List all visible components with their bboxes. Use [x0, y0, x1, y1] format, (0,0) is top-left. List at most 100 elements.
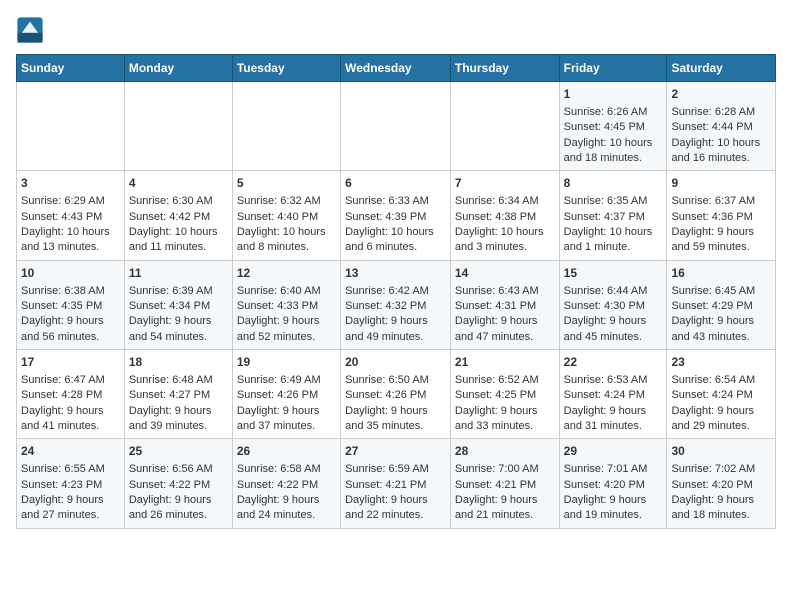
day-info: Daylight: 9 hours and 31 minutes. — [564, 404, 663, 435]
day-info: Sunrise: 6:44 AM — [564, 284, 663, 299]
day-number: 25 — [129, 443, 228, 460]
day-info: Daylight: 9 hours and 54 minutes. — [129, 314, 228, 345]
day-info: Sunrise: 6:32 AM — [237, 194, 336, 209]
day-info: Sunrise: 6:52 AM — [455, 373, 555, 388]
calendar-cell: 16Sunrise: 6:45 AMSunset: 4:29 PMDayligh… — [667, 260, 776, 349]
day-info: Daylight: 9 hours and 22 minutes. — [345, 493, 446, 524]
calendar-cell: 1Sunrise: 6:26 AMSunset: 4:45 PMDaylight… — [559, 82, 667, 171]
day-info: Sunset: 4:42 PM — [129, 210, 228, 225]
logo-icon — [16, 16, 44, 44]
day-info: Sunset: 4:35 PM — [21, 299, 120, 314]
day-header-monday: Monday — [124, 55, 232, 82]
day-info: Sunrise: 6:56 AM — [129, 462, 228, 477]
day-info: Daylight: 10 hours and 3 minutes. — [455, 225, 555, 256]
logo — [16, 16, 48, 44]
day-info: Sunset: 4:44 PM — [671, 120, 771, 135]
day-number: 8 — [564, 175, 663, 192]
calendar-cell — [232, 82, 340, 171]
calendar-week-1: 1Sunrise: 6:26 AMSunset: 4:45 PMDaylight… — [17, 82, 776, 171]
day-info: Sunset: 4:24 PM — [564, 388, 663, 403]
day-header-thursday: Thursday — [450, 55, 559, 82]
calendar-week-5: 24Sunrise: 6:55 AMSunset: 4:23 PMDayligh… — [17, 439, 776, 528]
day-info: Sunrise: 6:33 AM — [345, 194, 446, 209]
day-number: 2 — [671, 86, 771, 103]
calendar-cell: 2Sunrise: 6:28 AMSunset: 4:44 PMDaylight… — [667, 82, 776, 171]
calendar-cell: 3Sunrise: 6:29 AMSunset: 4:43 PMDaylight… — [17, 171, 125, 260]
calendar-cell: 18Sunrise: 6:48 AMSunset: 4:27 PMDayligh… — [124, 350, 232, 439]
day-number: 30 — [671, 443, 771, 460]
day-info: Daylight: 9 hours and 45 minutes. — [564, 314, 663, 345]
day-info: Sunrise: 6:34 AM — [455, 194, 555, 209]
day-info: Sunrise: 6:26 AM — [564, 105, 663, 120]
calendar-cell: 9Sunrise: 6:37 AMSunset: 4:36 PMDaylight… — [667, 171, 776, 260]
calendar-week-4: 17 Sunrise: 6:47 AMSunset: 4:28 PM Dayligh… — [17, 350, 776, 439]
day-info: Sunrise: 6:48 AM — [129, 373, 228, 388]
calendar-cell: 23Sunrise: 6:54 AMSunset: 4:24 PMDayligh… — [667, 350, 776, 439]
day-info: Sunrise: 7:01 AM — [564, 462, 663, 477]
day-info: Sunset: 4:21 PM — [455, 478, 555, 493]
day-header-wednesday: Wednesday — [341, 55, 451, 82]
calendar-cell: 27Sunrise: 6:59 AMSunset: 4:21 PMDayligh… — [341, 439, 451, 528]
day-info: Sunrise: 6:55 AM — [21, 462, 120, 477]
day-number: 18 — [129, 354, 228, 371]
calendar-cell: 30Sunrise: 7:02 AMSunset: 4:20 PMDayligh… — [667, 439, 776, 528]
day-info: Sunrise: 6:47 AM — [21, 373, 120, 388]
day-info: Sunset: 4:23 PM — [21, 478, 120, 493]
day-info: Daylight: 10 hours and 8 minutes. — [237, 225, 336, 256]
calendar-cell: 4Sunrise: 6:30 AMSunset: 4:42 PMDaylight… — [124, 171, 232, 260]
day-info: Daylight: 9 hours and 52 minutes. — [237, 314, 336, 345]
day-number: 28 — [455, 443, 555, 460]
day-number: 17 — [21, 354, 120, 371]
day-info: Daylight: 9 hours and 59 minutes. — [671, 225, 771, 256]
day-info: Daylight: 9 hours and 21 minutes. — [455, 493, 555, 524]
day-info: Daylight: 9 hours and 33 minutes. — [455, 404, 555, 435]
day-info: Sunset: 4:45 PM — [564, 120, 663, 135]
day-info: Sunset: 4:40 PM — [237, 210, 336, 225]
day-info: Sunset: 4:26 PM — [345, 388, 446, 403]
day-info: Sunrise: 6:40 AM — [237, 284, 336, 299]
day-number: 23 — [671, 354, 771, 371]
day-info: Sunset: 4:26 PM — [237, 388, 336, 403]
day-info: Sunrise: 6:37 AM — [671, 194, 771, 209]
day-info: Sunset: 4:34 PM — [129, 299, 228, 314]
calendar-cell: 28Sunrise: 7:00 AMSunset: 4:21 PMDayligh… — [450, 439, 559, 528]
day-info: Sunset: 4:39 PM — [345, 210, 446, 225]
day-info: Daylight: 9 hours and 56 minutes. — [21, 314, 120, 345]
calendar-cell: 12Sunrise: 6:40 AMSunset: 4:33 PMDayligh… — [232, 260, 340, 349]
day-info: Daylight: 9 hours and 26 minutes. — [129, 493, 228, 524]
day-info: Sunset: 4:43 PM — [21, 210, 120, 225]
calendar-cell: 7Sunrise: 6:34 AMSunset: 4:38 PMDaylight… — [450, 171, 559, 260]
day-info: Sunset: 4:37 PM — [564, 210, 663, 225]
calendar-week-3: 10Sunrise: 6:38 AMSunset: 4:35 PMDayligh… — [17, 260, 776, 349]
day-info: Sunrise: 6:30 AM — [129, 194, 228, 209]
day-info: Sunset: 4:22 PM — [237, 478, 336, 493]
day-number: 27 — [345, 443, 446, 460]
day-info: Daylight: 9 hours and 49 minutes. — [345, 314, 446, 345]
calendar-cell: 25 Sunrise: 6:56 AMSunset: 4:22 PMDayligh… — [124, 439, 232, 528]
calendar-body: 1Sunrise: 6:26 AMSunset: 4:45 PMDaylight… — [17, 82, 776, 529]
day-header-tuesday: Tuesday — [232, 55, 340, 82]
day-number: 6 — [345, 175, 446, 192]
day-info: Daylight: 9 hours and 27 minutes. — [21, 493, 120, 524]
day-number: 22 — [564, 354, 663, 371]
day-info: Sunset: 4:20 PM — [671, 478, 771, 493]
calendar-cell: 20Sunrise: 6:50 AMSunset: 4:26 PMDayligh… — [341, 350, 451, 439]
day-info: Sunrise: 6:42 AM — [345, 284, 446, 299]
day-number: 4 — [129, 175, 228, 192]
day-number: 26 — [237, 443, 336, 460]
day-info: Sunset: 4:22 PM — [129, 478, 228, 493]
day-info: Sunset: 4:20 PM — [564, 478, 663, 493]
calendar-cell — [124, 82, 232, 171]
day-number: 24 — [21, 443, 120, 460]
day-info: Sunset: 4:33 PM — [237, 299, 336, 314]
day-info: Sunset: 4:24 PM — [671, 388, 771, 403]
day-number: 9 — [671, 175, 771, 192]
calendar-cell: 29Sunrise: 7:01 AMSunset: 4:20 PMDayligh… — [559, 439, 667, 528]
calendar-cell — [450, 82, 559, 171]
day-info: Sunset: 4:28 PM — [21, 388, 120, 403]
day-header-friday: Friday — [559, 55, 667, 82]
day-info: Sunset: 4:31 PM — [455, 299, 555, 314]
day-number: 20 — [345, 354, 446, 371]
calendar-cell: 21Sunrise: 6:52 AMSunset: 4:25 PMDayligh… — [450, 350, 559, 439]
day-info: Daylight: 10 hours and 16 minutes. — [671, 136, 771, 167]
